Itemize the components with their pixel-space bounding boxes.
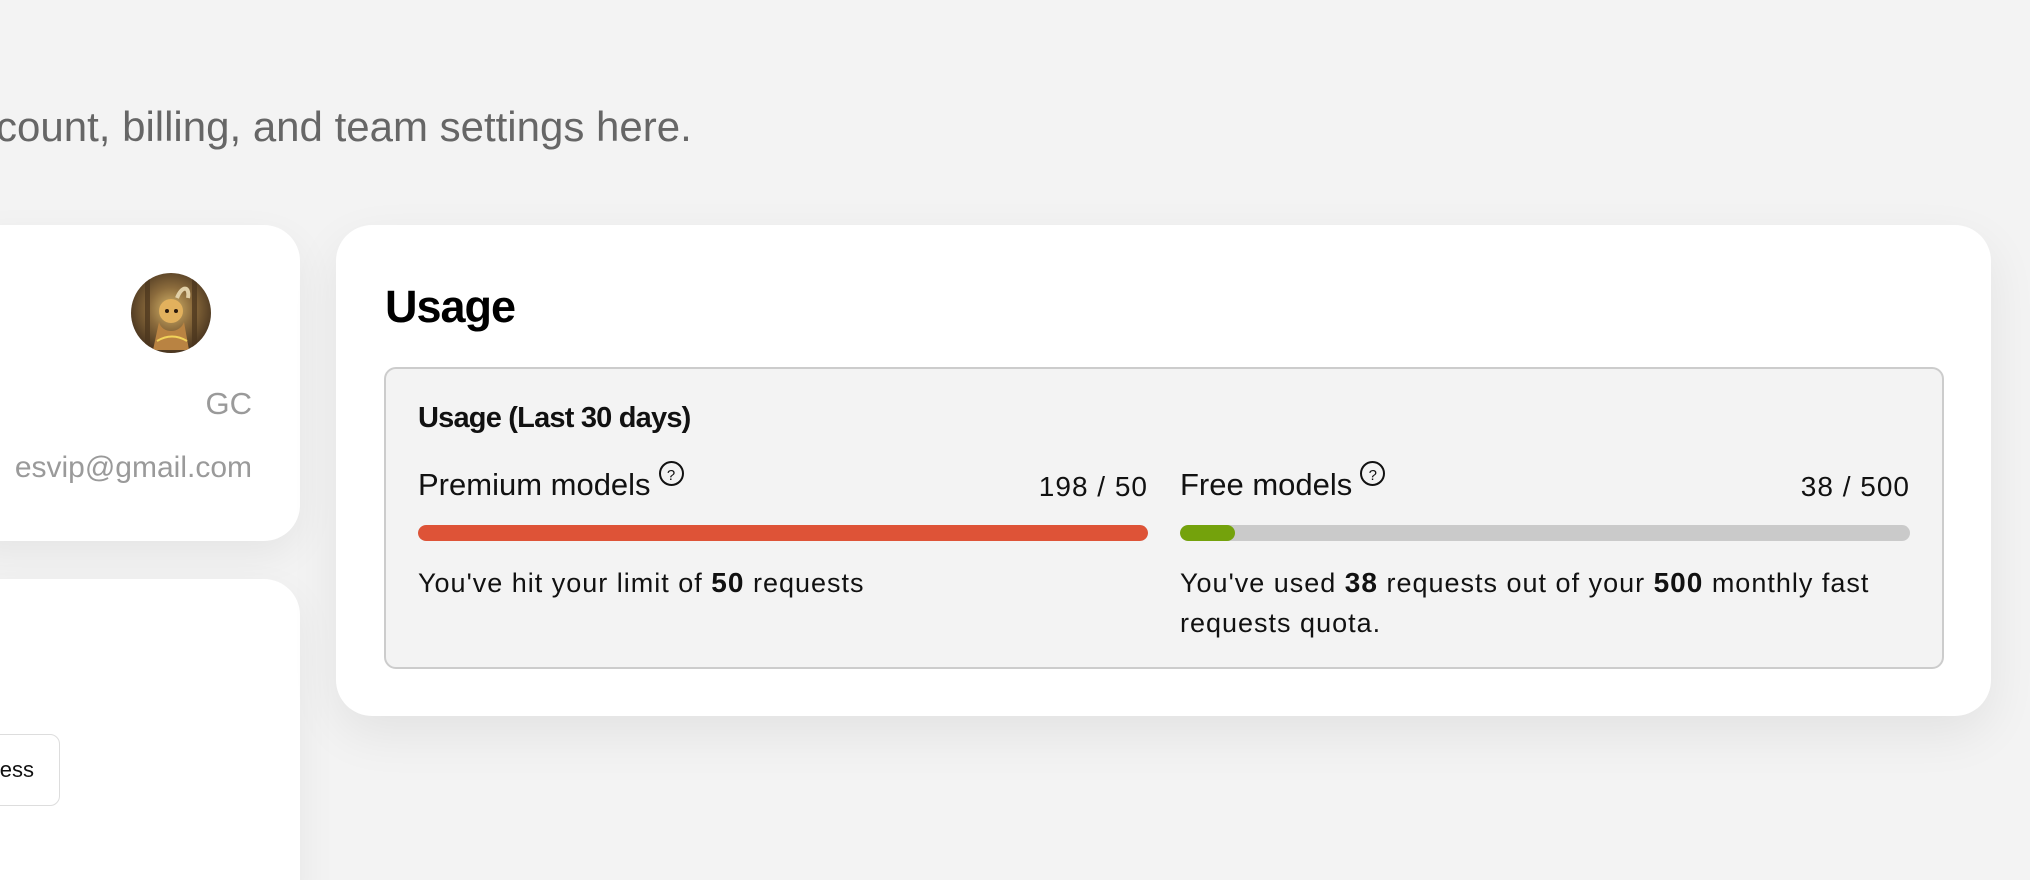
email-action-button[interactable]: ess	[0, 734, 60, 806]
premium-models-label: Premium models	[418, 467, 651, 502]
premium-models-help-icon[interactable]: ?	[658, 461, 684, 486]
usage-card: Usage Usage (Last 30 days) Premium model…	[336, 225, 1991, 716]
premium-note-limit: 50	[711, 567, 745, 598]
usage-period-title: Usage (Last 30 days)	[418, 402, 691, 434]
free-models-label-row: Free models?	[1180, 461, 1386, 502]
account-actions-card: ess	[0, 579, 300, 880]
free-models-count: 38 / 500	[1800, 471, 1910, 502]
free-models-label: Free models	[1180, 467, 1353, 502]
usage-title: Usage	[385, 281, 516, 332]
premium-models-progress-fill	[418, 525, 1148, 541]
free-models-progress-track	[1180, 525, 1910, 541]
premium-models-count: 198 / 50	[1038, 471, 1148, 502]
avatar[interactable]	[131, 273, 211, 353]
avatar-photo-icon	[131, 273, 211, 353]
free-models-progress-fill	[1180, 525, 1236, 541]
profile-name: GC	[205, 386, 253, 421]
free-note-prefix: You've used	[1180, 568, 1345, 598]
page-subtitle: count, billing, and team settings here.	[0, 103, 692, 150]
free-note-used: 38	[1344, 567, 1378, 598]
profile-card: GC esvip@gmail.com	[0, 225, 300, 541]
premium-models-progress-track	[418, 525, 1148, 541]
settings-page: count, billing, and team settings here.	[0, 0, 2030, 880]
premium-models-label-row: Premium models?	[418, 461, 684, 502]
free-models-help-icon[interactable]: ?	[1360, 461, 1386, 486]
free-note-middle: requests out of your	[1377, 568, 1654, 598]
usage-summary-box: Usage (Last 30 days) Premium models? 198…	[384, 367, 1944, 669]
premium-note-prefix: You've hit your limit of	[418, 568, 712, 598]
premium-note-suffix: requests	[744, 568, 865, 598]
free-models-note: You've used 38 requests out of your 500 …	[1180, 563, 1910, 643]
profile-email: esvip@gmail.com	[14, 453, 252, 483]
premium-models-note: You've hit your limit of 50 requests	[418, 563, 1148, 603]
free-note-limit: 500	[1653, 567, 1704, 598]
